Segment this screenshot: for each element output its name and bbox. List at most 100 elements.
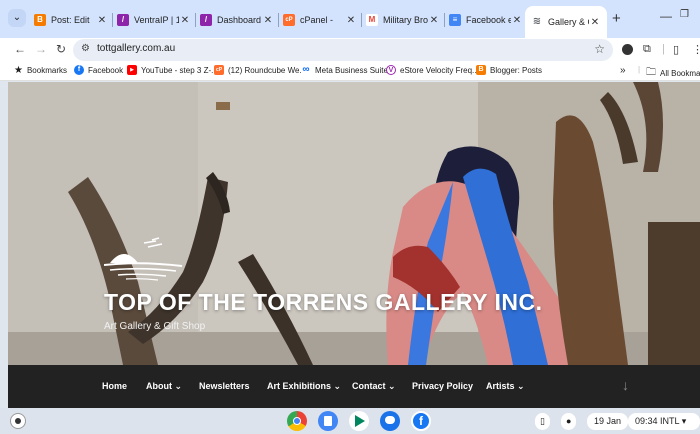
- bookmark-label: (12) Roundcube We...: [228, 65, 307, 75]
- close-icon[interactable]: ✕: [179, 15, 191, 26]
- input-method: INTL: [660, 416, 680, 426]
- minimize-icon[interactable]: —: [660, 9, 672, 23]
- star-icon: ★: [14, 65, 23, 76]
- tab-cpanel[interactable]: cP cPanel - ✕: [283, 8, 357, 32]
- nav-home[interactable]: Home: [102, 381, 127, 391]
- play-store-icon[interactable]: [349, 411, 369, 431]
- bookmark-label: All Bookmarks: [660, 69, 700, 78]
- close-icon[interactable]: ✕: [589, 17, 601, 28]
- nav-artists[interactable]: Artists ⌄: [486, 381, 525, 392]
- chrome-icon[interactable]: [287, 411, 307, 431]
- ventraip-icon: /: [117, 14, 129, 26]
- system-shelf: f ▯ ● 19 Jan 09:34 INTL ▾: [0, 408, 700, 434]
- browser-toolbar: ← → ↻ ⚙ tottgallery.com.au ☆ ⧉ | ▯ ⋮: [0, 38, 700, 62]
- tab-title: VentraIP | 100: [134, 15, 179, 25]
- sunset-logo-icon: [103, 237, 183, 281]
- address-bar[interactable]: ⚙ tottgallery.com.au ☆: [73, 39, 613, 61]
- docs-icon: ≡: [449, 14, 461, 26]
- bookmark-blogger[interactable]: B Blogger: Posts: [476, 65, 542, 75]
- folder-icon: 🗀: [646, 67, 656, 78]
- close-icon[interactable]: ✕: [262, 15, 274, 26]
- nav-art-exhibitions[interactable]: Art Exhibitions ⌄: [267, 381, 341, 392]
- messages-icon[interactable]: [380, 411, 400, 431]
- hero-image: TOP OF THE TORRENS GALLERY INC. Art Gall…: [8, 82, 700, 365]
- tab-dashboard[interactable]: / Dashboard | V ✕: [200, 8, 274, 32]
- bookmark-estore[interactable]: V eStore Velocity Freq...: [386, 65, 479, 75]
- tab-ventraip[interactable]: / VentraIP | 100 ✕: [117, 8, 191, 32]
- ventraip-icon: /: [200, 14, 212, 26]
- close-icon[interactable]: ✕: [345, 15, 357, 26]
- tab-title: Facebook exp: [466, 15, 511, 25]
- meta-icon: ∞: [301, 64, 311, 75]
- tab-gallery-gift[interactable]: ≋ Gallery & Gift ✕: [525, 6, 607, 38]
- tab-title: Post: Edit: [51, 15, 90, 25]
- tab-title: Gallery & Gift: [548, 17, 589, 27]
- close-icon[interactable]: ✕: [511, 15, 523, 26]
- cpanel-icon: cP: [214, 65, 224, 75]
- status-tray[interactable]: 09:34 INTL ▾: [628, 413, 700, 430]
- bookmark-facebook[interactable]: f Facebook: [74, 65, 123, 75]
- url-text[interactable]: tottgallery.com.au: [97, 43, 175, 54]
- screen-record-icon[interactable]: ●: [561, 413, 577, 430]
- date-tray[interactable]: 19 Jan: [587, 413, 629, 430]
- tab-title: Military Brothe: [383, 15, 428, 25]
- site-navigation: Home About ⌄ Newsletters Art Exhibitions…: [8, 365, 700, 408]
- estore-icon: V: [386, 65, 396, 75]
- bookmark-label: YouTube - step 3 Z-...: [141, 65, 218, 75]
- restore-icon[interactable]: ❐: [680, 9, 689, 20]
- bookmarks-menu[interactable]: ★ Bookmarks: [14, 65, 67, 76]
- tab-facebook-exp[interactable]: ≡ Facebook exp ✕: [449, 8, 523, 32]
- nav-about[interactable]: About ⌄: [146, 381, 182, 392]
- bookmark-star-icon[interactable]: ☆: [594, 42, 605, 56]
- cpanel-icon: cP: [283, 14, 295, 26]
- site-title[interactable]: TOP OF THE TORRENS GALLERY INC.: [104, 289, 543, 316]
- side-panel-icon[interactable]: ▯: [673, 43, 679, 56]
- nav-newsletters[interactable]: Newsletters: [199, 381, 250, 391]
- clock: 09:34: [635, 416, 658, 426]
- gmail-icon: M: [366, 14, 378, 26]
- extensions-puzzle-icon[interactable]: ⧉: [643, 43, 651, 56]
- facebook-icon: f: [74, 65, 84, 75]
- tab-search-dropdown[interactable]: ⌄: [8, 9, 26, 27]
- reload-icon[interactable]: ↻: [56, 42, 66, 56]
- tab-military-brothers[interactable]: M Military Brothe ✕: [366, 8, 440, 32]
- more-bookmarks-icon[interactable]: »: [620, 65, 626, 76]
- divider: |: [638, 65, 641, 74]
- bookmark-meta[interactable]: ∞ Meta Business Suite: [301, 65, 388, 75]
- bookmark-label: eStore Velocity Freq...: [400, 65, 479, 75]
- tab-post-edit[interactable]: B Post: Edit ✕: [34, 8, 108, 32]
- phone-hub-icon[interactable]: ▯: [535, 413, 550, 430]
- blogger-icon: B: [34, 14, 46, 26]
- back-icon[interactable]: ←: [14, 42, 26, 56]
- forward-icon[interactable]: →: [35, 42, 47, 56]
- all-bookmarks[interactable]: 🗀 All Bookmarks: [646, 65, 700, 82]
- nav-privacy-policy[interactable]: Privacy Policy: [412, 381, 473, 391]
- new-tab-button[interactable]: +: [612, 10, 621, 27]
- bookmark-label: Facebook: [88, 65, 124, 75]
- bookmark-youtube[interactable]: ▶ YouTube - step 3 Z-...: [127, 65, 218, 75]
- divider: |: [662, 43, 665, 55]
- docs-icon[interactable]: [318, 411, 338, 431]
- youtube-icon: ▶: [127, 65, 137, 75]
- close-icon[interactable]: ✕: [96, 15, 108, 26]
- tab-title: cPanel -: [300, 15, 334, 25]
- tab-strip: ⌄ B Post: Edit ✕ / VentraIP | 100 ✕ / Da…: [0, 0, 700, 38]
- menu-icon[interactable]: ⋮: [692, 43, 700, 56]
- launcher-icon[interactable]: [10, 413, 26, 429]
- tab-title: Dashboard | V: [217, 15, 262, 25]
- bookmark-label: Meta Business Suite: [315, 65, 388, 75]
- scroll-down-icon[interactable]: ↓: [622, 377, 629, 393]
- extension-icon[interactable]: [622, 44, 633, 55]
- bookmark-label: Bookmarks: [26, 66, 67, 75]
- facebook-icon[interactable]: f: [411, 411, 431, 431]
- gallery-logo[interactable]: [103, 237, 184, 287]
- site-info-icon[interactable]: ⚙: [81, 43, 90, 54]
- site-tagline: Art Gallery & Gift Shop: [104, 321, 206, 332]
- wifi-icon: ▾: [681, 416, 687, 426]
- bookmark-roundcube[interactable]: cP (12) Roundcube We...: [214, 65, 306, 75]
- gallery-icon: ≋: [531, 16, 543, 28]
- nav-contact[interactable]: Contact ⌄: [352, 381, 396, 392]
- bookmarks-bar: ★ Bookmarks f Facebook ▶ YouTube - step …: [0, 62, 700, 81]
- bookmark-label: Blogger: Posts: [490, 65, 543, 75]
- close-icon[interactable]: ✕: [428, 15, 440, 26]
